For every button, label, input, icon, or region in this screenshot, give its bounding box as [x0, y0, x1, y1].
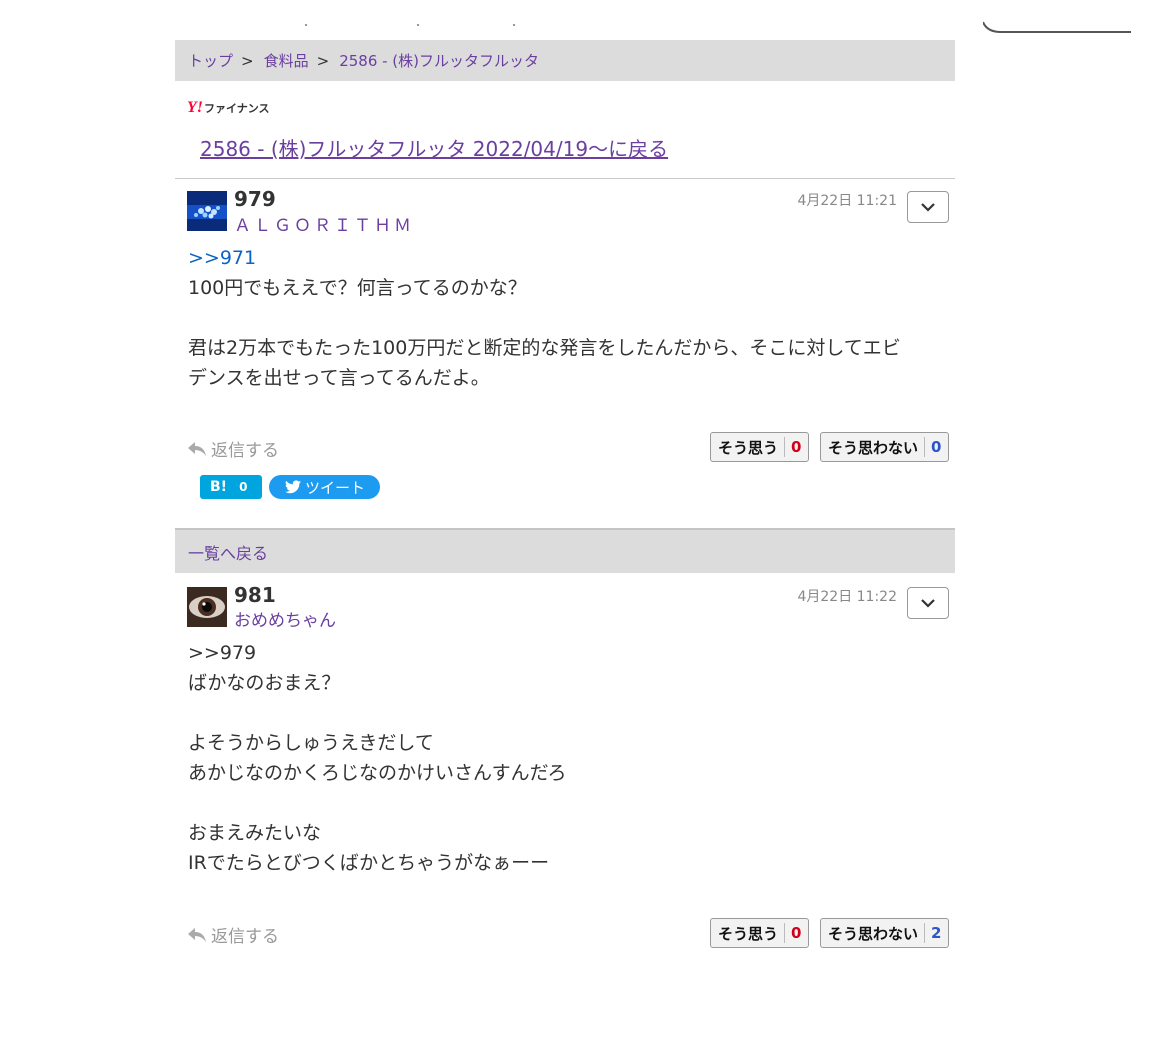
post-line-blank	[188, 788, 566, 818]
chevron-down-icon	[921, 599, 935, 608]
agree-count: 0	[791, 924, 802, 942]
post-line: ばかなのおまえ？	[188, 672, 341, 694]
post-line: よそうからしゅうえきだして	[188, 732, 434, 754]
author-name[interactable]: おめめちゃん	[234, 606, 336, 631]
agree-label: そう思う	[711, 923, 786, 943]
disagree-count: 2	[931, 924, 942, 942]
agree-count: 0	[791, 438, 802, 456]
avatar	[187, 191, 227, 231]
breadcrumb-top[interactable]: トップ	[188, 50, 233, 71]
post-line-blank	[188, 303, 901, 333]
post-number: 981	[234, 583, 276, 607]
disagree-label: そう思わない	[821, 923, 926, 943]
post-body: >>971 100円でもええで？何言ってるのかな？ 君は2万本でもたった100万…	[188, 243, 901, 393]
breadcrumb-category[interactable]: 食料品	[264, 50, 309, 71]
reply-label: 返信する	[211, 441, 279, 461]
dot	[305, 24, 307, 26]
post-timestamp: 4月22日 11:22	[797, 589, 897, 605]
post-line: おまえみたいな	[188, 822, 322, 844]
breadcrumb-separator: >	[316, 51, 330, 70]
post-line-blank	[188, 698, 566, 728]
tweet-label: ツイート	[305, 478, 366, 497]
twitter-bird-icon	[285, 480, 301, 494]
post-menu-button[interactable]	[907, 191, 949, 223]
hatena-label: B!	[210, 479, 228, 495]
tweet-button[interactable]: ツイート	[269, 475, 380, 499]
post-line: 100円でもええで？何言ってるのかな？	[188, 277, 527, 299]
post-979: 979 ＡＬＧＯＲＩＴＨＭ 4月22日 11:21 >>971 100円でもええ…	[175, 179, 955, 529]
author-name[interactable]: ＡＬＧＯＲＩＴＨＭ	[234, 211, 414, 236]
reply-button[interactable]: 返信する	[187, 436, 279, 461]
post-number: 979	[234, 187, 276, 211]
reply-arrow-icon	[188, 927, 206, 942]
back-to-board-link[interactable]: 2586 - (株)フルッタフルッタ 2022/04/19～に戻る	[200, 133, 668, 162]
reply-button[interactable]: 返信する	[187, 922, 279, 947]
top-strip	[175, 0, 1131, 40]
chevron-down-icon	[921, 203, 935, 212]
dot	[417, 24, 419, 26]
back-to-list-link[interactable]: 一覧へ戻る	[188, 540, 268, 564]
page-container: トップ > 食料品 > 2586 - (株)フルッタフルッタ Y! ファイナンス…	[175, 40, 955, 948]
brand-header: Y! ファイナンス 2586 - (株)フルッタフルッタ 2022/04/19～…	[175, 81, 955, 179]
post-line: IRでたらとびつくばかとちゃうがなぁーー	[188, 852, 550, 874]
disagree-button[interactable]: そう思わない 2	[820, 918, 950, 948]
disagree-count: 0	[931, 438, 942, 456]
reply-arrow-icon	[188, 441, 206, 456]
reply-label: 返信する	[211, 927, 279, 947]
yahoo-finance-logo[interactable]: Y! ファイナンス	[187, 99, 270, 117]
post-line: デンスを出せって言ってるんだよ。	[188, 367, 490, 389]
breadcrumb: トップ > 食料品 > 2586 - (株)フルッタフルッタ	[175, 40, 955, 81]
post-line: 君は2万本でもたった100万円だと断定的な発言をしたんだから、そこに対してエビ	[188, 337, 901, 359]
agree-label: そう思う	[711, 437, 786, 457]
post-timestamp: 4月22日 11:21	[797, 193, 897, 209]
breadcrumb-current[interactable]: 2586 - (株)フルッタフルッタ	[339, 50, 539, 71]
breadcrumb-separator: >	[241, 51, 254, 70]
post-menu-button[interactable]	[907, 587, 949, 619]
avatar	[187, 587, 227, 627]
post-line: あかじなのかくろじなのかけいさんすんだろ	[188, 762, 567, 784]
logo-text: ファイナンス	[204, 102, 270, 115]
reply-anchor-link[interactable]: >>971	[188, 247, 256, 269]
search-box-edge	[983, 21, 1131, 33]
hatena-bookmark-button[interactable]: B! 0	[200, 475, 262, 499]
agree-button[interactable]: そう思う 0	[710, 918, 810, 948]
disagree-label: そう思わない	[821, 437, 926, 457]
logo-y: Y!	[187, 99, 203, 116]
agree-button[interactable]: そう思う 0	[710, 432, 810, 462]
reply-anchor: >>979	[188, 642, 257, 664]
dot	[513, 24, 515, 26]
post-body: >>979 ばかなのおまえ？ よそうからしゅうえきだして あかじなのかくろじなの…	[188, 638, 566, 878]
hatena-count: 0	[239, 480, 248, 494]
disagree-button[interactable]: そう思わない 0	[820, 432, 950, 462]
back-to-list-bar[interactable]: 一覧へ戻る	[175, 528, 955, 573]
